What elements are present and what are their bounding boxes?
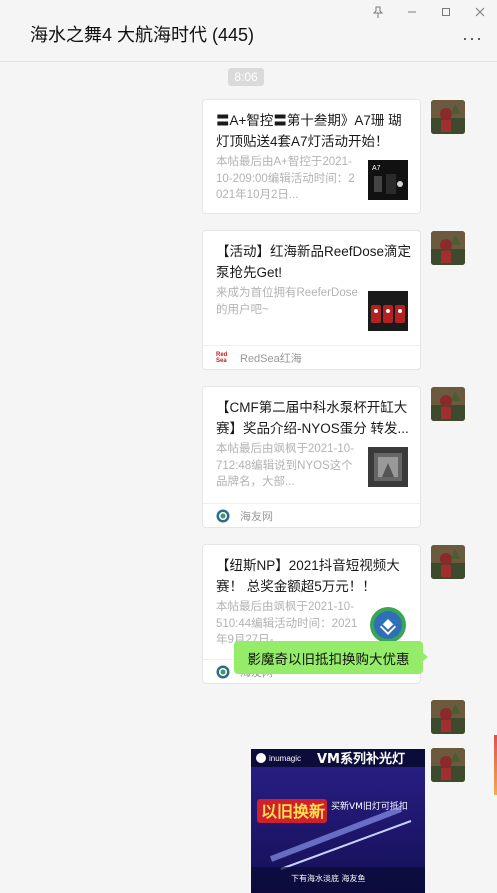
chat-message-list[interactable]: 8:06 〓A+智控〓第十叁期》A7珊 瑚灯顶贴送4套A7灯活动开始！ 本帖最后… bbox=[0, 62, 497, 893]
image-brand: inumagic bbox=[269, 754, 301, 763]
card-source: 海友网 bbox=[203, 503, 420, 527]
avatar[interactable] bbox=[431, 700, 465, 734]
redsea-logo-icon: Red Sea bbox=[216, 351, 228, 364]
image-message[interactable]: inumagic VM系列补光灯 以旧换新 买新VM旧灯可抵扣 下有海水淡底 海… bbox=[251, 749, 425, 893]
card-thumbnail bbox=[368, 291, 408, 331]
chat-title: 海水之舞4 大航海时代 (445) bbox=[30, 25, 255, 45]
card-title: 【纽斯NP】2021抖音短视频大赛！ 总奖金额超5万元！！ bbox=[216, 558, 400, 594]
card-description: 本帖最后由A+智控于2021-10-209:00编辑活动时间：2021年10月2… bbox=[216, 156, 355, 201]
bubble-tail bbox=[422, 652, 428, 662]
card-thumbnail: A7 bbox=[368, 160, 408, 200]
image-badge: 以旧换新 bbox=[261, 802, 325, 821]
card-source-name: 海友网 bbox=[240, 510, 273, 523]
more-options-button[interactable]: ··· bbox=[462, 29, 483, 47]
pin-icon[interactable] bbox=[361, 0, 395, 24]
image-headline: VM系列补光灯 bbox=[317, 751, 405, 767]
close-icon[interactable] bbox=[463, 0, 497, 24]
text-message-bubble[interactable]: 影魔奇以旧抵扣换购大优惠 bbox=[234, 641, 423, 674]
haiyou-logo-icon bbox=[216, 509, 230, 523]
avatar[interactable] bbox=[431, 748, 465, 782]
avatar[interactable] bbox=[431, 545, 465, 579]
avatar[interactable] bbox=[431, 231, 465, 265]
card-source-name: RedSea红海 bbox=[240, 352, 302, 365]
link-card[interactable]: 〓A+智控〓第十叁期》A7珊 瑚灯顶贴送4套A7灯活动开始！ 本帖最后由A+智控… bbox=[202, 99, 421, 214]
avatar[interactable] bbox=[431, 100, 465, 134]
avatar[interactable] bbox=[431, 387, 465, 421]
svg-text:A7: A7 bbox=[372, 165, 381, 172]
minimize-icon[interactable] bbox=[395, 0, 429, 24]
link-card[interactable]: 【CMF第二届中科水泵杯开缸大赛】奖品介绍-NYOS蛋分 转发... 本帖最后由… bbox=[202, 386, 421, 528]
card-title: 【CMF第二届中科水泵杯开缸大赛】奖品介绍-NYOS蛋分 转发... bbox=[216, 400, 409, 436]
image-footer: 下有海水淡底 海友鱼 bbox=[291, 873, 366, 883]
card-title: 【活动】红海新品ReefDose滴定泵抢先Get! bbox=[216, 244, 412, 280]
card-description: 来成为首位拥有ReeferDose的用户吧~ bbox=[216, 287, 358, 316]
link-card[interactable]: 【活动】红海新品ReefDose滴定泵抢先Get! 来成为首位拥有ReeferD… bbox=[202, 230, 421, 370]
card-description: 本帖最后由飒枫于2021-10-712:48编辑说到NYOS这个品牌名，大部..… bbox=[216, 443, 355, 488]
haiyou-logo-icon bbox=[216, 665, 230, 679]
window-controls bbox=[361, 0, 497, 26]
card-source: Red Sea RedSea红海 bbox=[203, 345, 420, 369]
card-title: 〓A+智控〓第十叁期》A7珊 瑚灯顶贴送4套A7灯活动开始！ bbox=[216, 113, 402, 149]
maximize-icon[interactable] bbox=[429, 0, 463, 24]
card-thumbnail bbox=[368, 447, 408, 487]
card-thumbnail bbox=[368, 605, 408, 645]
timestamp: 8:06 bbox=[228, 68, 264, 86]
